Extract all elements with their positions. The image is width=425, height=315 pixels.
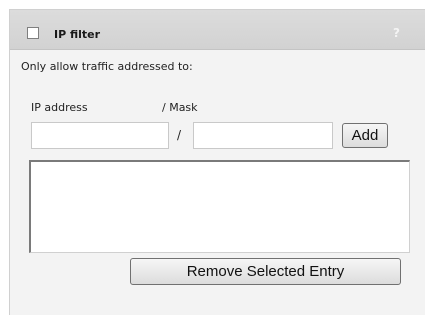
- panel-title: IP filter: [54, 28, 101, 41]
- help-icon[interactable]: ?: [393, 26, 400, 40]
- ip-filter-checkbox[interactable]: [27, 27, 39, 39]
- mask-label: / Mask: [162, 101, 198, 114]
- section-description: Only allow traffic addressed to:: [21, 60, 193, 73]
- ip-address-label: IP address: [31, 101, 88, 114]
- panel-header: IP filter ?: [10, 10, 425, 50]
- add-button[interactable]: Add: [342, 123, 388, 148]
- remove-selected-entry-button[interactable]: Remove Selected Entry: [130, 258, 401, 285]
- mask-input[interactable]: [193, 122, 333, 149]
- ip-address-input[interactable]: [31, 122, 169, 149]
- ip-mask-separator: /: [177, 128, 182, 142]
- ip-entry-list[interactable]: [29, 160, 410, 253]
